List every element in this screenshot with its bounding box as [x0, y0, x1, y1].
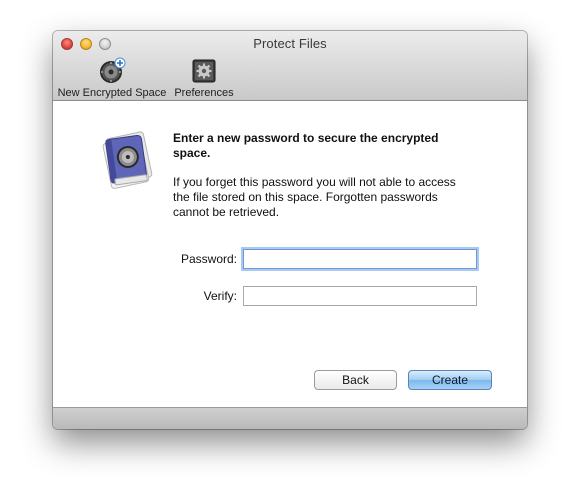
protect-files-window: Protect Files New Encrypted Space Prefer…	[53, 31, 527, 429]
title-toolbar: Protect Files New Encrypted Space Prefer…	[53, 31, 527, 101]
instruction-description: If you forget this password you will not…	[173, 175, 456, 219]
preferences-button[interactable]: Preferences	[172, 57, 236, 99]
window-title: Protect Files	[253, 36, 327, 51]
encrypted-book-icon	[98, 127, 158, 189]
bottom-bar	[53, 407, 527, 429]
back-button[interactable]: Back	[314, 370, 397, 390]
password-field[interactable]	[243, 249, 477, 269]
password-label: Password:	[180, 252, 237, 266]
verify-password-field[interactable]	[243, 286, 477, 306]
create-button[interactable]: Create	[408, 370, 492, 390]
content-pane: Enter a new password to secure the encry…	[53, 101, 527, 407]
verify-label: Verify:	[203, 289, 237, 303]
new-encrypted-space-button[interactable]: New Encrypted Space	[57, 57, 167, 99]
preferences-label: Preferences	[174, 87, 234, 99]
safe-dial-add-icon	[98, 57, 126, 85]
instruction-heading: Enter a new password to secure the encry…	[173, 131, 439, 160]
new-encrypted-space-label: New Encrypted Space	[57, 87, 167, 99]
gear-icon	[190, 57, 218, 85]
